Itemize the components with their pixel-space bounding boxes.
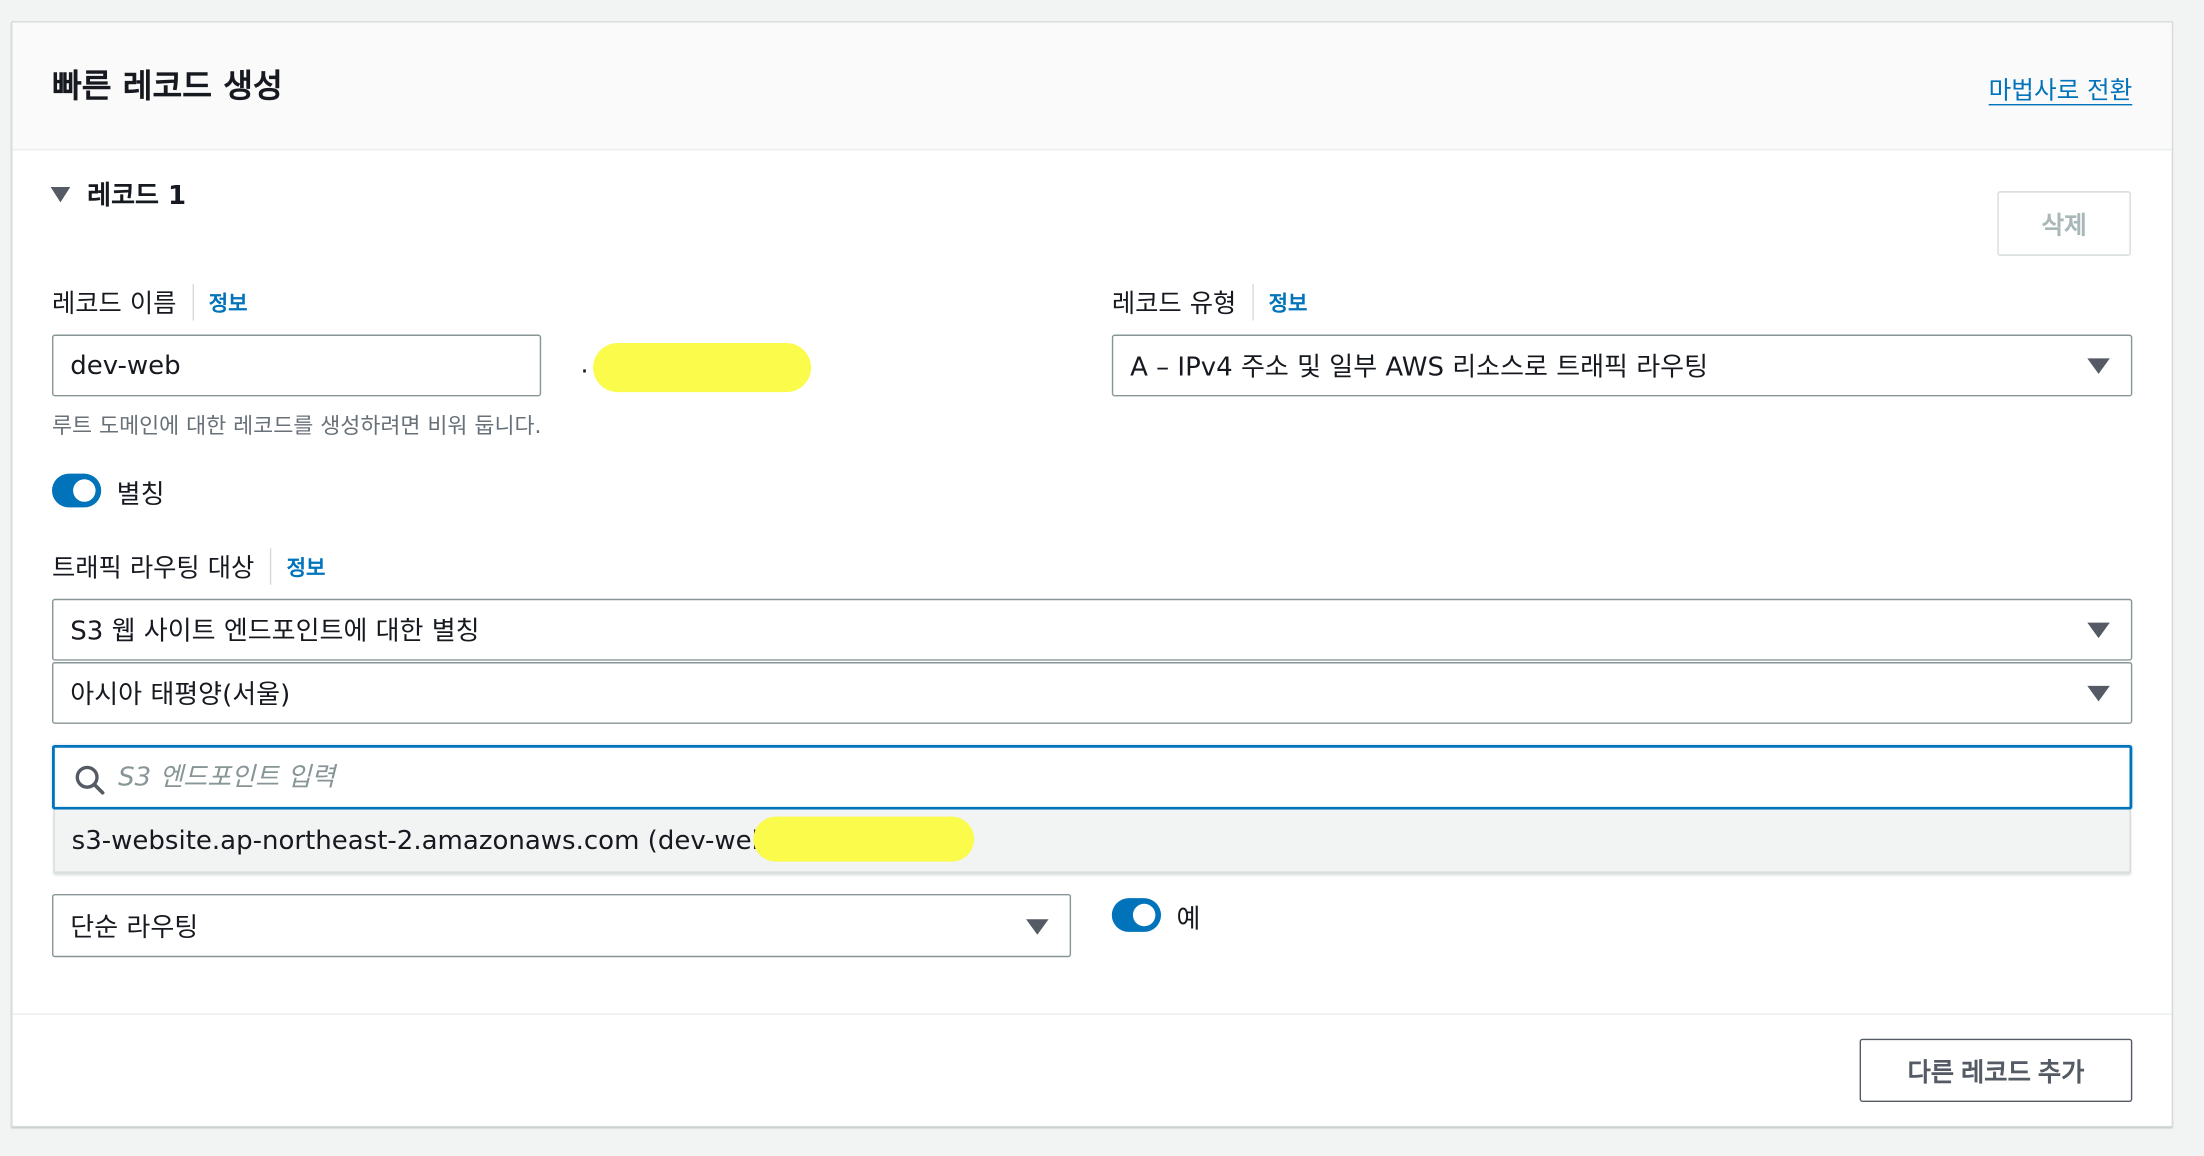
- record-type-label-row: 레코드 유형 정보: [1111, 283, 1308, 321]
- panel-title: 빠른 레코드 생성: [52, 68, 283, 106]
- caret-down-icon: [2087, 358, 2110, 374]
- region-select[interactable]: 아시아 태평양(서울): [52, 662, 2133, 724]
- record-name-info-link[interactable]: 정보: [209, 287, 248, 317]
- add-another-record-button[interactable]: 다른 레코드 추가: [1859, 1038, 2133, 1102]
- caret-down-icon: [2087, 622, 2110, 639]
- search-icon: [75, 765, 105, 795]
- redaction-mark: [753, 816, 975, 862]
- evaluate-health-label: 예: [1176, 905, 1201, 935]
- routing-policy-value: 단순 라우팅: [70, 912, 199, 943]
- panel-header: 빠른 레코드 생성 마법사로 전환: [12, 22, 2172, 151]
- endpoint-option-label: s3-website.ap-northeast-2.amazonaws.com …: [71, 826, 777, 857]
- delete-record-button[interactable]: 삭제: [1997, 191, 2131, 256]
- record-heading: 레코드 1: [87, 181, 187, 211]
- endpoint-type-select[interactable]: S3 웹 사이트 엔드포인트에 대한 별칭: [52, 598, 2133, 661]
- endpoint-search-input[interactable]: [118, 747, 2086, 807]
- record-name-value: dev-web: [70, 350, 181, 381]
- record-type-info-link[interactable]: 정보: [1269, 287, 1308, 317]
- region-value: 아시아 태평양(서울): [70, 680, 291, 710]
- record-type-select[interactable]: A – IPv4 주소 및 일부 AWS 리소스로 트래픽 라우팅: [1111, 334, 2133, 397]
- endpoint-search-box[interactable]: [52, 744, 2133, 810]
- record-name-input[interactable]: dev-web: [52, 334, 542, 397]
- evaluate-health-toggle[interactable]: [1111, 898, 1162, 932]
- toggle-knob: [1132, 903, 1156, 927]
- routing-policy-select[interactable]: 단순 라우팅: [52, 893, 1072, 958]
- endpoint-option[interactable]: s3-website.ap-northeast-2.amazonaws.com …: [72, 810, 777, 873]
- label-divider: [269, 548, 272, 585]
- alias-label: 별칭: [116, 480, 165, 511]
- caret-down-icon: [50, 186, 71, 202]
- record-type-label: 레코드 유형: [1111, 289, 1237, 320]
- record-name-hint: 루트 도메인에 대한 레코드를 생성하려면 비워 둡니다.: [52, 413, 542, 439]
- caret-down-icon: [2087, 685, 2110, 702]
- alias-toggle[interactable]: [52, 473, 102, 508]
- domain-suffix: .: [581, 350, 589, 380]
- record-name-label-row: 레코드 이름 정보: [52, 283, 248, 321]
- panel-footer-divider: [12, 1013, 2172, 1015]
- toggle-knob: [73, 479, 96, 502]
- endpoint-dropdown: s3-website.ap-northeast-2.amazonaws.com …: [53, 809, 2131, 873]
- label-divider: [1251, 283, 1254, 321]
- domain-suffix-dot: .: [580, 349, 589, 380]
- caret-down-icon: [1026, 918, 1049, 935]
- route-target-label: 트래픽 라우팅 대상: [52, 553, 255, 584]
- endpoint-type-value: S3 웹 사이트 엔드포인트에 대한 별칭: [70, 617, 480, 647]
- route-target-label-row: 트래픽 라우팅 대상 정보: [52, 548, 325, 585]
- route-target-info-link[interactable]: 정보: [287, 552, 326, 582]
- redaction-mark: [593, 342, 812, 393]
- record-name-label: 레코드 이름: [52, 289, 177, 320]
- record-type-value: A – IPv4 주소 및 일부 AWS 리소스로 트래픽 라우팅: [1130, 352, 1709, 383]
- label-divider: [191, 283, 194, 321]
- quick-create-panel: 빠른 레코드 생성 마법사로 전환: [11, 21, 2174, 1128]
- switch-to-wizard-link[interactable]: 마법사로 전환: [1989, 72, 2133, 107]
- record-expand-toggle[interactable]: 레코드 1: [50, 176, 187, 213]
